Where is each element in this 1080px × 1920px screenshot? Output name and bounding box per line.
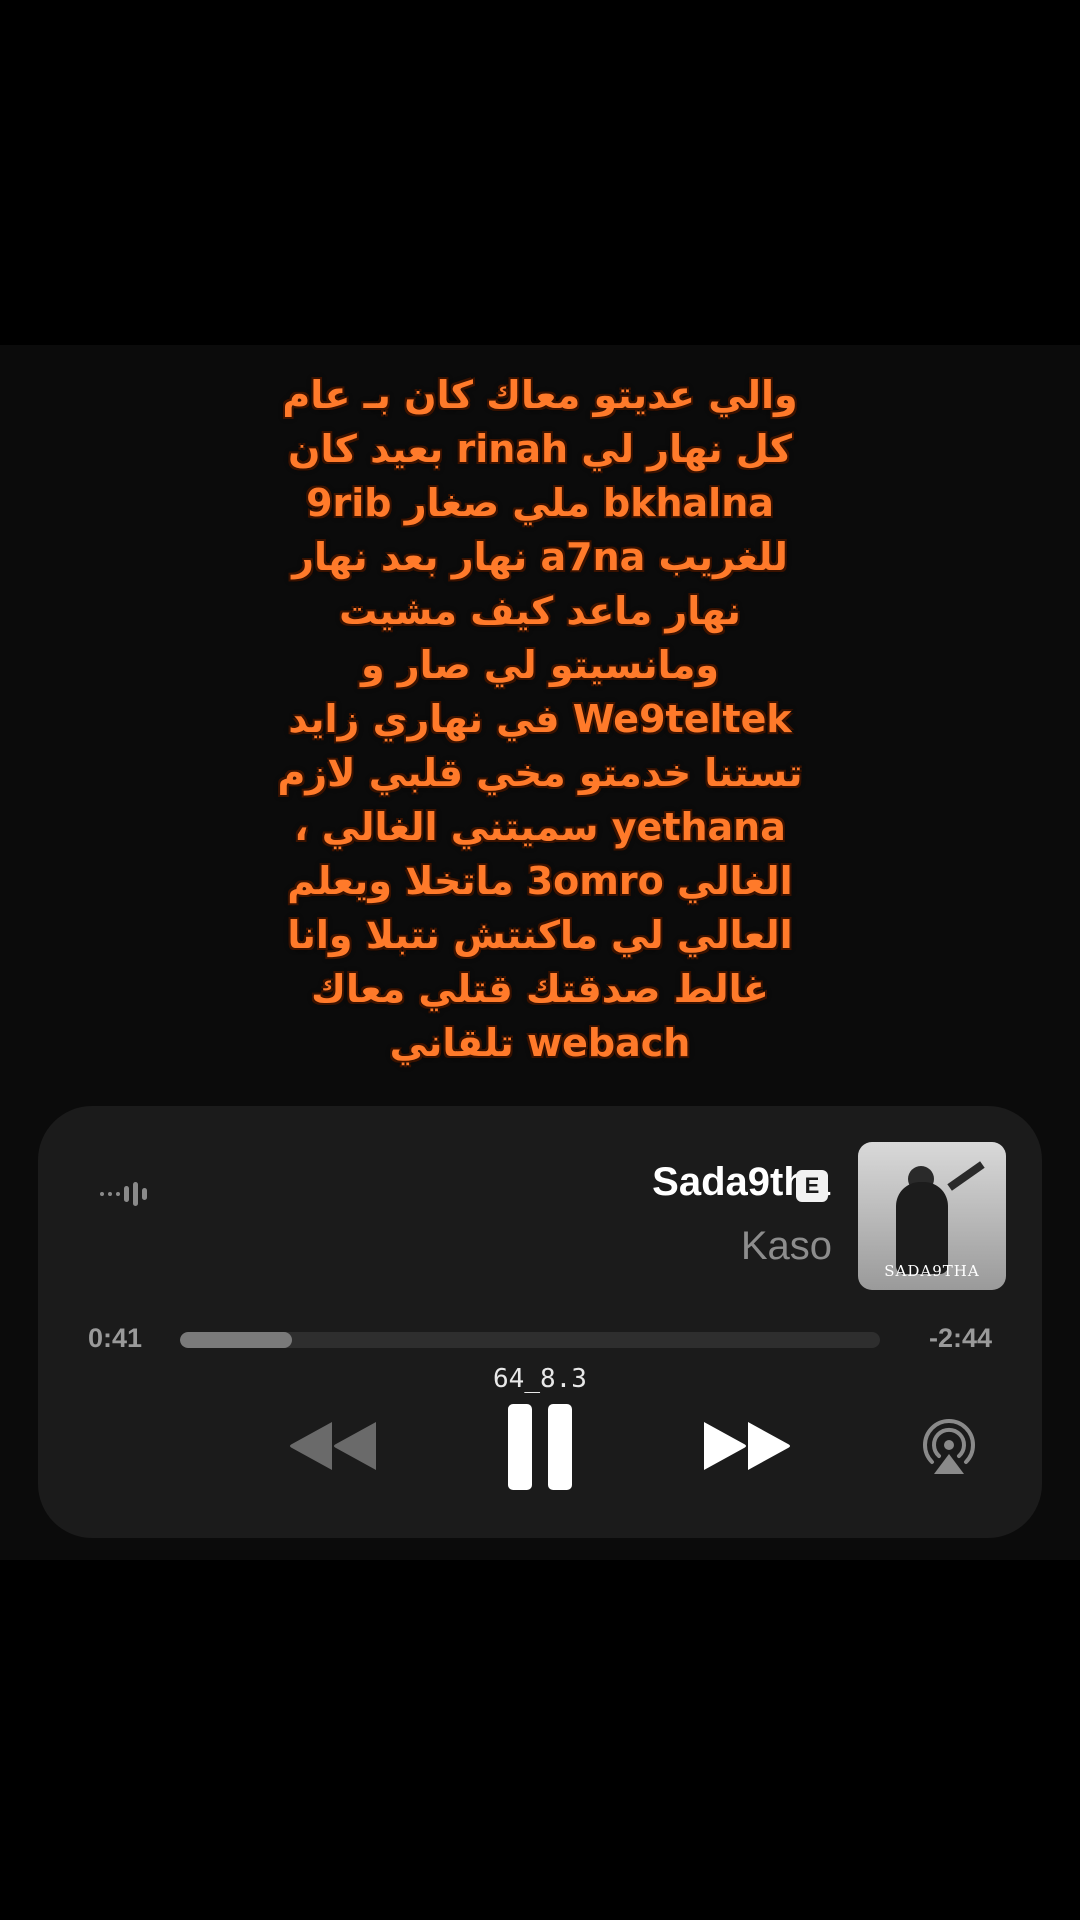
rewind-icon <box>290 1422 376 1470</box>
lyric-line: bkhalna ملي صغار 9rib <box>306 481 774 525</box>
lyric-line: كل نهار لي rinah بعيد كان <box>288 427 792 471</box>
airplay-button[interactable] <box>920 1418 978 1476</box>
lyrics-block: والي عديتو معاك كان بـ عام كل نهار لي ri… <box>200 368 880 1070</box>
lyric-line: والي عديتو معاك كان بـ عام <box>282 373 798 417</box>
overlay-tag: 64_8.3 <box>493 1364 587 1394</box>
artist-name[interactable]: Kaso <box>741 1222 832 1270</box>
fast-forward-button[interactable] <box>700 1418 794 1474</box>
album-art-figure <box>896 1182 948 1274</box>
lyric-line: تستنا خدمتو مخي قلبي لازم <box>277 751 803 795</box>
time-remaining: -2:44 <box>928 1323 992 1353</box>
time-elapsed: 0:41 <box>88 1323 143 1353</box>
lyric-line: نهار ماعد كيف مشيت <box>339 589 741 633</box>
pause-icon <box>508 1404 572 1490</box>
explicit-badge: E <box>796 1170 828 1202</box>
fast-forward-icon <box>704 1422 790 1470</box>
audio-wave-icon <box>100 1182 147 1206</box>
progress-fill <box>180 1332 292 1348</box>
rewind-button[interactable] <box>286 1418 380 1474</box>
lyric-line: ومانسيتو لي صار و <box>360 643 720 687</box>
lyric-line: We9teltek في نهاري زايد <box>288 697 792 741</box>
pause-button[interactable] <box>506 1402 574 1492</box>
album-art-label: SADA9THA <box>884 1262 980 1280</box>
lyric-line: للغريب a7na نهار بعد نهار <box>292 535 788 579</box>
album-art[interactable]: SADA9THA <box>858 1142 1006 1290</box>
lyric-line: yethana سميتني الغالي ، <box>294 805 786 849</box>
lyric-line: webach تلقاني <box>389 1021 691 1065</box>
lyric-line: الغالي 3omro ماتخلا ويعلم <box>287 859 793 903</box>
top-black-area <box>0 0 1080 345</box>
bottom-black-area <box>0 1560 1080 1920</box>
airplay-icon <box>923 1419 975 1474</box>
album-art-figure-arm <box>947 1161 985 1191</box>
lyric-line: غالط صدقتك قتلي معاك <box>311 967 769 1011</box>
lyric-line: العالي لي ماكنتش نتبلا وانا <box>287 913 793 957</box>
progress-scrubber[interactable] <box>180 1332 880 1348</box>
